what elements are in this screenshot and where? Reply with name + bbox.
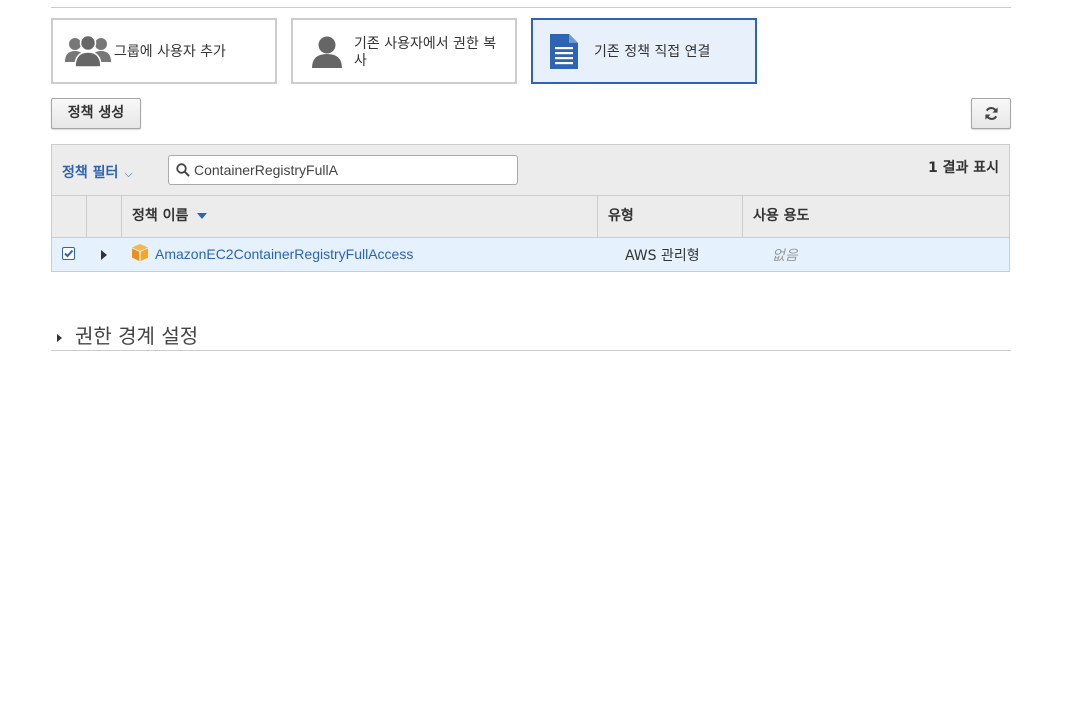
- refresh-icon: [985, 107, 998, 120]
- expand-triangle-icon: [57, 334, 62, 342]
- checkmark-icon: [64, 249, 74, 258]
- section-title: 권한 경계 설정: [75, 324, 199, 348]
- policy-name-link[interactable]: AmazonEC2ContainerRegistryFullAccess: [155, 246, 413, 262]
- search-icon: [176, 163, 190, 177]
- result-count: 1 결과 표시: [927, 160, 999, 176]
- row-checkbox[interactable]: [62, 247, 75, 260]
- policy-filter-dropdown[interactable]: 정책 필터 ⌵: [62, 162, 133, 182]
- header-checkbox-col: [52, 196, 87, 237]
- filter-label: 정책 필터: [62, 165, 119, 181]
- users-group-icon: [65, 34, 111, 70]
- header-expand-col: [87, 196, 122, 237]
- create-policy-button[interactable]: 정책 생성: [51, 98, 141, 129]
- header-usage[interactable]: 사용 용도: [743, 196, 1009, 237]
- sort-desc-icon: [197, 213, 208, 219]
- chevron-down-icon: ⌵: [124, 167, 133, 180]
- top-divider: [51, 7, 1011, 8]
- expand-row-icon[interactable]: [101, 250, 107, 260]
- header-policy-name[interactable]: 정책 이름: [122, 196, 598, 237]
- refresh-button[interactable]: [971, 98, 1011, 129]
- header-label: 정책 이름: [132, 208, 189, 224]
- table-header: 정책 이름 유형 사용 용도: [52, 196, 1009, 238]
- aws-managed-policy-icon: [131, 244, 149, 265]
- header-type[interactable]: 유형: [598, 196, 743, 237]
- policy-usage: 없음: [772, 248, 798, 264]
- option-label: 그룹에 사용자 추가: [114, 44, 226, 60]
- option-copy-permissions[interactable]: 기존 사용자에서 권한 복사: [291, 18, 517, 84]
- search-box[interactable]: [168, 155, 518, 185]
- option-attach-policies[interactable]: 기존 정책 직접 연결: [531, 18, 757, 84]
- policy-table: 정책 필터 ⌵ 1 결과 표시 정책 이름 유형 사용 용도: [51, 144, 1010, 272]
- search-input[interactable]: [194, 159, 509, 181]
- table-toolbar: 정책 필터 ⌵ 1 결과 표시: [52, 145, 1009, 196]
- option-label: 기존 사용자에서 권한 복사: [354, 36, 497, 69]
- document-icon: [545, 34, 589, 70]
- permissions-boundary-section[interactable]: 권한 경계 설정: [51, 318, 1011, 351]
- option-label: 기존 정책 직접 연결: [594, 44, 711, 60]
- policy-type: AWS 관리형: [625, 248, 700, 264]
- option-add-to-group[interactable]: 그룹에 사용자 추가: [51, 18, 277, 84]
- user-icon: [305, 34, 349, 70]
- table-row[interactable]: AmazonEC2ContainerRegistryFullAccess AWS…: [52, 238, 1009, 271]
